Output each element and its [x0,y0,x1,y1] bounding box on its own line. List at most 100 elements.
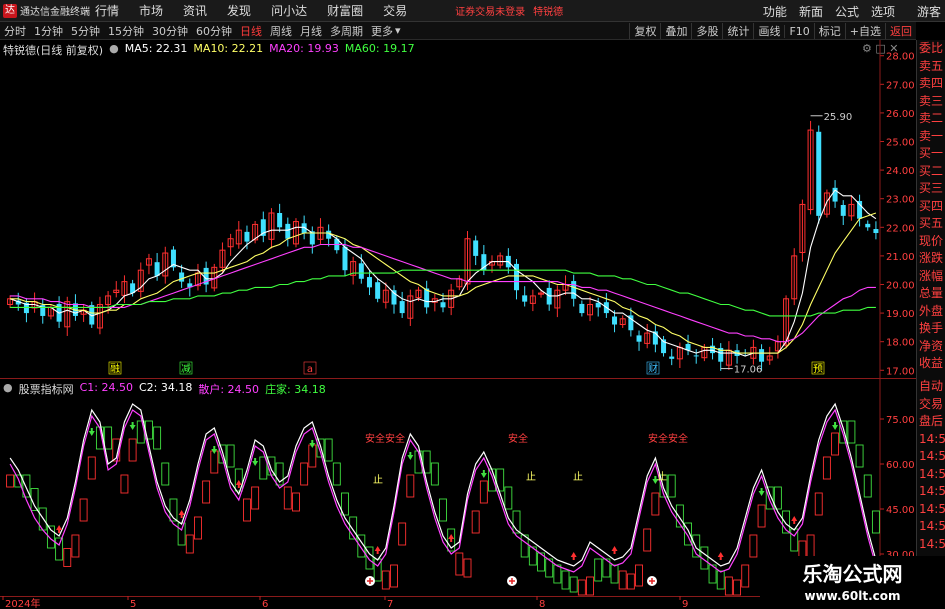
menu-item-hangqing[interactable]: 行情 [95,2,119,19]
trade-field-label: 交易 [919,396,944,411]
stair-block [430,462,439,486]
stair-block [161,462,170,486]
stair-block [202,480,211,504]
low-marker-label: 17.06 [734,365,763,376]
quote-field-label: 外盘 [919,303,944,318]
trade-field-label: 14:50 [919,536,945,551]
sell-arrow-icon [129,422,136,430]
candle-body-down [154,262,160,276]
sell-arrow-icon [480,470,487,478]
quote-side-panel[interactable]: 委比 卖五 卖四 卖三 卖二 卖一 买一 买二 买三 买四 买五 现价 涨跌 涨幅 总量 外盘 换手 净资 收益 [916,40,945,378]
stair-block [120,474,129,494]
stair-block [471,510,480,534]
sell-arrow-icon [758,488,765,496]
period-toolbar: 分时 1分钟 5分钟 15分钟 30分钟 60分钟 日线 周线 月线 多周期 更… [0,22,916,40]
menu-item-zixun[interactable]: 资讯 [183,2,207,19]
period-30min[interactable]: 30分钟 [152,23,188,39]
sell-arrow-icon [88,428,95,436]
sell-arrow-icon [211,446,218,454]
more-chevron-icon[interactable]: ▾ [395,24,401,37]
x-axis-label: 5 [130,599,136,609]
stair-block [104,426,113,450]
candle-body-down [285,223,291,239]
trade-field-label: 14:50 [919,501,945,516]
quote-field-label: 卖四 [919,76,944,90]
stair-block [594,558,603,582]
candle-body-down [840,204,846,216]
stair-block [332,462,341,486]
quote-field-label: 买一 [919,146,944,160]
period-15min[interactable]: 15分钟 [108,23,144,39]
quote-field-label: 总量 [919,286,944,300]
period-daily[interactable]: 日线 [240,23,262,39]
menu-xuanxiang[interactable]: 选项 [871,3,895,20]
y-axis-label: 23.00 [886,195,915,206]
tool-zixuan[interactable]: +自选 [844,23,885,39]
stair-block [71,534,80,558]
candle-body-down [669,356,675,359]
stair-block [667,474,676,498]
period-monthly[interactable]: 月线 [300,23,322,39]
menu-gongneng[interactable]: 功能 [763,3,787,20]
period-more[interactable]: 更多 [371,23,393,39]
login-warning[interactable]: 证券交易未登录 [455,3,525,18]
sell-arrow-icon [309,440,316,448]
stair-block [128,438,137,462]
tool-biaoji[interactable]: 标记 [813,23,845,39]
stair-block [504,486,513,510]
stair-block [283,486,292,510]
period-5min[interactable]: 5分钟 [71,23,100,39]
period-weekly[interactable]: 周线 [270,23,292,39]
tool-f10[interactable]: F10 [784,24,813,38]
quote-field-label: 卖三 [919,93,944,108]
candle-body-down [571,281,577,299]
tool-diejia[interactable]: 叠加 [660,23,691,39]
stair-block [79,498,88,522]
tool-duogu[interactable]: 多股 [691,23,722,39]
menu-item-shichang[interactable]: 市场 [139,2,163,19]
buy-arrow-icon [448,534,455,542]
menu-item-caifuquan[interactable]: 财富圈 [327,2,363,19]
period-60min[interactable]: 60分钟 [196,23,232,39]
y-axis-label: 18.00 [886,338,915,349]
buy-arrow-icon [717,552,724,560]
menu-gongshi[interactable]: 公式 [835,3,859,20]
stair-block [724,576,733,596]
quote-field-label: 收益 [919,356,944,370]
stair-block [806,534,815,558]
period-1min[interactable]: 1分钟 [34,23,63,39]
menu-xinmian[interactable]: 新面 [799,3,823,20]
stair-block [561,570,570,590]
period-fenshi[interactable]: 分时 [4,23,26,39]
trade-side-panel[interactable]: 自动交易盘后 14:50 14:50 14:50 14:50 14:50 14:50 14:5… [916,378,945,568]
quote-field-label: 换手 [919,321,944,335]
candle-body-down [865,223,871,228]
stair-block [814,492,823,516]
candle-body-down [179,272,185,282]
tool-huaxian[interactable]: 画线 [753,23,784,39]
candlestick-chart[interactable]: 28.00 27.00 26.00 25.00 24.00 23.00 22.00 21.00… [0,40,916,378]
candle-body-down [522,295,528,302]
menu-item-jiaoyi[interactable]: 交易 [383,2,407,19]
trade-field-label: 14:50 [919,431,945,446]
stair-block [733,579,742,596]
user-guest[interactable]: 游客 [917,3,941,20]
tool-fuquan[interactable]: 复权 [629,23,660,39]
buy-arrow-icon [570,552,577,560]
period-multi[interactable]: 多周期 [330,23,363,39]
y-axis-label: 27.00 [886,80,915,91]
tool-tongji[interactable]: 统计 [722,23,753,39]
menu-item-faxian[interactable]: 发现 [227,2,251,19]
tool-fanhui[interactable]: 返回 [885,23,916,39]
signal-text: 止 [526,471,536,483]
stair-block [210,450,219,474]
stair-block [300,462,309,486]
y-axis-label: 24.00 [886,166,915,177]
quote-field-label: 买四 [919,198,944,213]
candle-body-down [816,131,822,216]
menu-item-wenxiaoda[interactable]: 问小达 [271,2,307,19]
y-axis-label: 28.00 [886,52,915,63]
trade-field-label: 14:50 [919,466,945,481]
event-marker-label: 融 [110,363,120,375]
candle-body-down [710,345,716,354]
